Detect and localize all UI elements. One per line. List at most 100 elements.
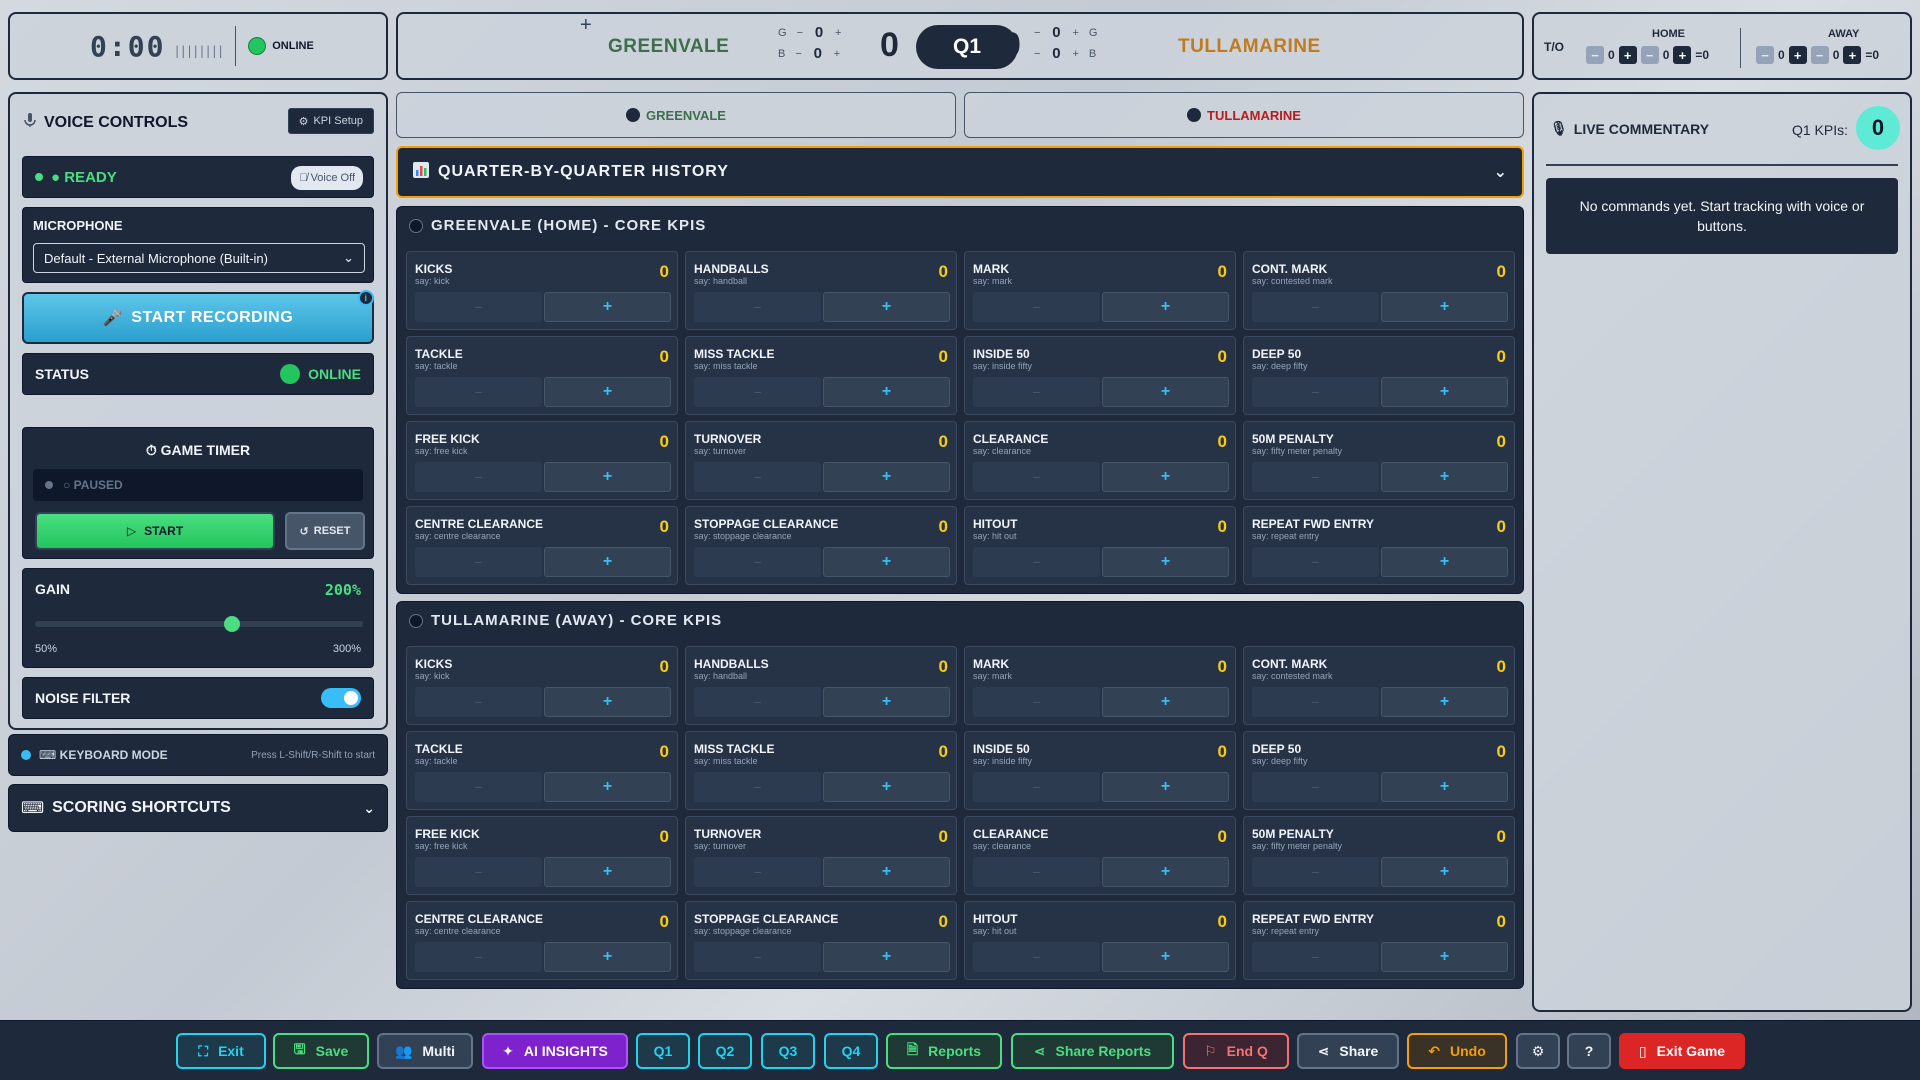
kpi-decrement-button[interactable]: − — [694, 292, 821, 322]
help-button[interactable]: ? — [1567, 1033, 1611, 1069]
kpi-increment-button[interactable]: + — [823, 687, 950, 717]
kpi-increment-button[interactable]: + — [544, 377, 671, 407]
kpi-increment-button[interactable]: + — [1102, 942, 1229, 972]
kpi-increment-button[interactable]: + — [1381, 292, 1508, 322]
kpi-increment-button[interactable]: + — [823, 462, 950, 492]
kpi-increment-button[interactable]: + — [1102, 377, 1229, 407]
tab-away-team[interactable]: TULLAMARINE — [964, 92, 1524, 138]
kpi-decrement-button[interactable]: − — [973, 462, 1100, 492]
kpi-decrement-button[interactable]: − — [694, 772, 821, 802]
kpi-increment-button[interactable]: + — [1381, 857, 1508, 887]
share-reports-button[interactable]: ⋖ Share Reports — [1011, 1033, 1174, 1069]
home-goals-minus-button[interactable]: − — [797, 27, 803, 39]
away-behinds-plus-button[interactable]: + — [1072, 48, 1078, 60]
gain-slider-handle[interactable] — [223, 616, 240, 632]
kpi-increment-button[interactable]: + — [823, 547, 950, 577]
kpi-increment-button[interactable]: + — [1102, 687, 1229, 717]
kpi-decrement-button[interactable]: − — [1252, 292, 1379, 322]
away-to-plus-button[interactable]: + — [1788, 46, 1807, 64]
noise-filter-toggle[interactable] — [321, 688, 361, 708]
kpi-decrement-button[interactable]: − — [973, 942, 1100, 972]
kpi-increment-button[interactable]: + — [823, 292, 950, 322]
kpi-increment-button[interactable]: + — [1381, 772, 1508, 802]
kpi-decrement-button[interactable]: − — [973, 687, 1100, 717]
kpi-increment-button[interactable]: + — [1381, 942, 1508, 972]
away-to2-minus-button[interactable]: − — [1810, 46, 1829, 64]
away-to-minus-button[interactable]: − — [1756, 46, 1774, 64]
gain-slider[interactable] — [35, 616, 363, 632]
kpi-decrement-button[interactable]: − — [694, 687, 821, 717]
home-to2-plus-button[interactable]: + — [1673, 46, 1692, 64]
kpi-decrement-button[interactable]: − — [1252, 772, 1379, 802]
kpi-decrement-button[interactable]: − — [1252, 547, 1379, 577]
kpi-decrement-button[interactable]: − — [694, 377, 821, 407]
kpi-increment-button[interactable]: + — [544, 462, 671, 492]
kpi-increment-button[interactable]: + — [544, 857, 671, 887]
home-to2-minus-button[interactable]: − — [1640, 46, 1659, 64]
keyboard-mode-bar[interactable]: ⌨ KEYBOARD MODE Press L-Shift/R-Shift to… — [8, 734, 388, 776]
kpi-decrement-button[interactable]: − — [1252, 687, 1379, 717]
kpi-decrement-button[interactable]: − — [694, 857, 821, 887]
kpi-decrement-button[interactable]: − — [973, 857, 1100, 887]
reports-button[interactable]: 🗎 Reports — [886, 1033, 1002, 1069]
home-to-minus-button[interactable]: − — [1586, 46, 1604, 64]
timer-start-button[interactable]: ▷ START — [35, 512, 275, 550]
kpi-decrement-button[interactable]: − — [1252, 942, 1379, 972]
away-goals-plus-button[interactable]: + — [1072, 27, 1078, 39]
info-icon[interactable]: i — [358, 290, 374, 306]
home-goals-plus-button[interactable]: + — [835, 27, 841, 39]
kpi-increment-button[interactable]: + — [544, 772, 671, 802]
kpi-increment-button[interactable]: + — [1381, 547, 1508, 577]
q4-button[interactable]: Q4 — [824, 1033, 878, 1069]
kpi-decrement-button[interactable]: − — [415, 772, 542, 802]
kpi-decrement-button[interactable]: − — [415, 857, 542, 887]
home-to-plus-button[interactable]: + — [1618, 46, 1637, 64]
kpi-decrement-button[interactable]: − — [415, 942, 542, 972]
kpi-decrement-button[interactable]: − — [1252, 857, 1379, 887]
ai-insights-button[interactable]: ✦ AI INSIGHTS — [482, 1033, 628, 1069]
share-button[interactable]: ⋖ Share — [1297, 1033, 1399, 1069]
scoring-shortcuts-header[interactable]: ⌨ SCORING SHORTCUTS ⌄ — [8, 784, 388, 832]
start-recording-button[interactable]: 🎤 START RECORDING i — [22, 290, 374, 344]
kpi-increment-button[interactable]: + — [544, 292, 671, 322]
kpi-increment-button[interactable]: + — [1102, 772, 1229, 802]
kpi-decrement-button[interactable]: − — [415, 377, 542, 407]
kpi-decrement-button[interactable]: − — [973, 772, 1100, 802]
kpi-increment-button[interactable]: + — [544, 942, 671, 972]
kpi-decrement-button[interactable]: − — [415, 292, 542, 322]
kpi-decrement-button[interactable]: − — [694, 942, 821, 972]
kpi-decrement-button[interactable]: − — [973, 547, 1100, 577]
q3-button[interactable]: Q3 — [761, 1033, 815, 1069]
end-quarter-button[interactable]: ⚐ End Q — [1183, 1033, 1289, 1069]
home-behinds-plus-button[interactable]: + — [834, 48, 840, 60]
exit-game-button[interactable]: ▯ Exit Game — [1619, 1033, 1745, 1069]
away-to2-plus-button[interactable]: + — [1843, 46, 1862, 64]
q2-button[interactable]: Q2 — [698, 1033, 752, 1069]
kpi-decrement-button[interactable]: − — [694, 462, 821, 492]
kpi-decrement-button[interactable]: − — [973, 292, 1100, 322]
kpi-increment-button[interactable]: + — [823, 772, 950, 802]
kpi-increment-button[interactable]: + — [544, 547, 671, 577]
timer-reset-button[interactable]: ↺ RESET — [285, 512, 365, 550]
undo-button[interactable]: ↶ Undo — [1407, 1033, 1507, 1069]
kpi-increment-button[interactable]: + — [1102, 857, 1229, 887]
tab-home-team[interactable]: GREENVALE — [396, 92, 956, 138]
save-button[interactable]: 🖫 Save — [273, 1033, 369, 1069]
home-behinds-minus-button[interactable]: − — [795, 48, 801, 60]
kpi-increment-button[interactable]: + — [1381, 462, 1508, 492]
kpi-decrement-button[interactable]: − — [415, 547, 542, 577]
microphone-select[interactable]: Default - External Microphone (Built-in)… — [33, 243, 365, 273]
kpi-increment-button[interactable]: + — [823, 942, 950, 972]
kpi-decrement-button[interactable]: − — [694, 547, 821, 577]
exit-button[interactable]: ⛶ Exit — [176, 1033, 266, 1069]
kpi-decrement-button[interactable]: − — [973, 377, 1100, 407]
kpi-decrement-button[interactable]: − — [415, 687, 542, 717]
q1-button[interactable]: Q1 — [636, 1033, 690, 1069]
kpi-increment-button[interactable]: + — [544, 687, 671, 717]
kpi-decrement-button[interactable]: − — [1252, 462, 1379, 492]
kpi-increment-button[interactable]: + — [823, 377, 950, 407]
kpi-increment-button[interactable]: + — [1102, 547, 1229, 577]
away-behinds-minus-button[interactable]: − — [1034, 48, 1040, 60]
kpi-increment-button[interactable]: + — [1381, 377, 1508, 407]
kpi-setup-button[interactable]: ⚙ KPI Setup — [287, 108, 374, 134]
